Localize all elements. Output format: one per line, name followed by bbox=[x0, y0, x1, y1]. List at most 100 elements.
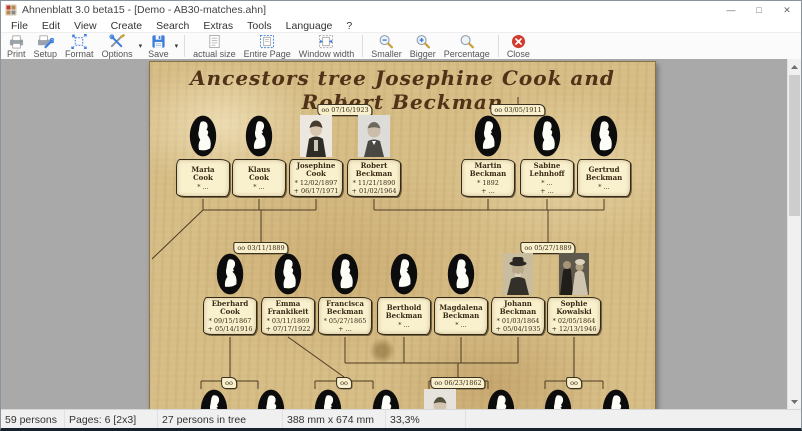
actual-size-button[interactable]: actual size bbox=[189, 33, 240, 59]
title-bar: Ahnenblatt 3.0 beta15 - [Demo - AB30-mat… bbox=[1, 1, 801, 19]
female-silhouette-icon bbox=[331, 253, 359, 295]
person-plate: SabineLehnhoff * ...+ ... bbox=[520, 159, 574, 197]
status-persons-in-tree: 27 persons in tree bbox=[158, 410, 283, 430]
person-plate: EberhardCook * 09/15/1867+ 05/14/1916 bbox=[203, 297, 257, 335]
person-node-francisca-beckman[interactable]: FranciscaBeckman * 05/27/1865+ ... bbox=[318, 253, 372, 335]
person-node-martin-beckman[interactable]: MartinBeckman * 1892+ ... bbox=[461, 115, 515, 197]
maximize-icon: □ bbox=[756, 5, 761, 15]
male-silhouette-icon bbox=[216, 253, 244, 295]
menu-file[interactable]: File bbox=[4, 19, 35, 32]
person-node-magdalena-beckman[interactable]: MagdalenaBeckman * ... bbox=[434, 253, 488, 335]
status-total-persons: 59 persons bbox=[1, 410, 65, 430]
magnifier-minus-icon bbox=[378, 34, 394, 49]
save-button[interactable]: Save bbox=[144, 33, 173, 59]
setup-button[interactable]: Setup bbox=[30, 33, 62, 59]
male-silhouette-icon bbox=[314, 389, 342, 409]
minimize-button[interactable]: — bbox=[717, 1, 745, 19]
person-node-sophie-kowalski[interactable]: SophieKowalski * 02/05/1864+ 12/13/1946 bbox=[547, 253, 601, 335]
preview-canvas[interactable]: Ancestors tree Josephine Cook and Robert… bbox=[1, 59, 801, 409]
female-silhouette-icon bbox=[447, 253, 475, 295]
person-node[interactable] bbox=[589, 389, 643, 409]
status-document-size: 388 mm x 674 mm bbox=[283, 410, 386, 430]
female-silhouette-icon bbox=[274, 253, 302, 295]
menu-create[interactable]: Create bbox=[104, 19, 150, 32]
person-node[interactable] bbox=[244, 389, 298, 409]
scrollbar-thumb[interactable] bbox=[789, 75, 800, 216]
female-silhouette-icon bbox=[533, 115, 561, 157]
menu-view[interactable]: View bbox=[67, 19, 104, 32]
female-silhouette-icon bbox=[257, 389, 285, 409]
options-button[interactable]: Options bbox=[98, 33, 137, 59]
person-node-eberhard-cook[interactable]: EberhardCook * 09/15/1867+ 05/14/1916 bbox=[203, 253, 257, 335]
app-window: Ahnenblatt 3.0 beta15 - [Demo - AB30-mat… bbox=[0, 0, 802, 431]
person-node-gertrud-beckman[interactable]: GertrudBeckman * ... bbox=[577, 115, 631, 197]
maximize-button[interactable]: □ bbox=[745, 1, 773, 19]
portrait-photo bbox=[424, 389, 456, 409]
menu-edit[interactable]: Edit bbox=[35, 19, 67, 32]
female-silhouette-icon bbox=[602, 389, 630, 409]
status-bar: 59 persons Pages: 6 [2x3] 27 persons in … bbox=[1, 409, 801, 430]
vertical-scrollbar[interactable] bbox=[787, 59, 801, 409]
person-plate: MartinBeckman * 1892+ ... bbox=[461, 159, 515, 197]
menu-extras[interactable]: Extras bbox=[196, 19, 240, 32]
person-node[interactable] bbox=[413, 389, 467, 409]
minimize-icon: — bbox=[727, 5, 736, 15]
person-node-klaus-cook[interactable]: KlausCook * ... bbox=[232, 115, 286, 197]
menu-bar: File Edit View Create Search Extras Tool… bbox=[1, 19, 801, 32]
female-silhouette-icon bbox=[372, 389, 400, 409]
zoom-out-button[interactable]: Smaller bbox=[367, 33, 406, 59]
person-node[interactable] bbox=[301, 389, 355, 409]
person-plate: MariaCook * ... bbox=[176, 159, 230, 197]
person-plate: KlausCook * ... bbox=[232, 159, 286, 197]
person-node-sabine-lehnhoff[interactable]: SabineLehnhoff * ...+ ... bbox=[520, 115, 574, 197]
portrait-photo bbox=[300, 115, 332, 157]
person-node-robert-beckman[interactable]: RobertBeckman * 11/21/1890+ 01/02/1964 bbox=[347, 115, 401, 197]
magnifier-plus-icon bbox=[415, 34, 431, 49]
options-dropdown-arrow[interactable]: ▾ bbox=[137, 42, 145, 50]
scroll-down-arrow[interactable] bbox=[788, 394, 801, 409]
person-node-emma-frankikeit[interactable]: EmmaFrankikeit * 03/11/1869+ 07/17/1922 bbox=[261, 253, 315, 335]
format-button[interactable]: Format bbox=[61, 33, 98, 59]
male-silhouette-icon bbox=[544, 389, 572, 409]
menu-search[interactable]: Search bbox=[149, 19, 196, 32]
person-node[interactable] bbox=[187, 389, 241, 409]
person-plate: BertholdBeckman * ... bbox=[377, 297, 431, 335]
person-node-maria-cook[interactable]: MariaCook * ... bbox=[176, 115, 230, 197]
save-dropdown-arrow[interactable]: ▾ bbox=[173, 42, 181, 50]
scroll-up-arrow[interactable] bbox=[788, 59, 801, 74]
toolbar-separator bbox=[362, 35, 363, 57]
tools-icon bbox=[109, 34, 126, 49]
male-silhouette-icon bbox=[200, 389, 228, 409]
person-node[interactable] bbox=[359, 389, 413, 409]
person-node-josephine-cook[interactable]: JosephineCook * 12/02/1897+ 06/17/1971 bbox=[289, 115, 343, 197]
entire-page-button[interactable]: Entire Page bbox=[240, 33, 295, 59]
portrait-photo bbox=[559, 253, 589, 295]
menu-tools[interactable]: Tools bbox=[240, 19, 279, 32]
print-button[interactable]: Print bbox=[3, 33, 30, 59]
close-preview-button[interactable]: Close bbox=[503, 33, 534, 59]
marriage-label: oo bbox=[221, 377, 237, 389]
person-plate: JohannBeckman * 01/03/1864+ 05/04/1935 bbox=[491, 297, 545, 335]
person-node-berthold-beckman[interactable]: BertholdBeckman * ... bbox=[377, 253, 431, 335]
entire-page-icon bbox=[259, 34, 275, 49]
menu-help[interactable]: ? bbox=[339, 19, 359, 32]
window-width-icon bbox=[318, 34, 334, 49]
person-node-johann-beckman[interactable]: JohannBeckman * 01/03/1864+ 05/04/1935 bbox=[491, 253, 545, 335]
person-node[interactable] bbox=[474, 389, 528, 409]
person-plate: SophieKowalski * 02/05/1864+ 12/13/1946 bbox=[547, 297, 601, 335]
app-icon bbox=[5, 4, 17, 16]
zoom-percentage-button[interactable]: Percentage bbox=[440, 33, 494, 59]
magnifier-icon bbox=[459, 34, 475, 49]
window-width-button[interactable]: Window width bbox=[295, 33, 359, 59]
menu-language[interactable]: Language bbox=[279, 19, 340, 32]
actual-size-icon bbox=[207, 34, 222, 49]
female-silhouette-icon bbox=[487, 389, 515, 409]
window-title: Ahnenblatt 3.0 beta15 - [Demo - AB30-mat… bbox=[22, 4, 717, 16]
floppy-save-icon bbox=[151, 34, 166, 49]
close-window-button[interactable]: ✕ bbox=[773, 1, 801, 19]
marriage-label: oo bbox=[566, 377, 582, 389]
person-node[interactable] bbox=[531, 389, 585, 409]
portrait-photo bbox=[358, 115, 390, 157]
document-page: Ancestors tree Josephine Cook and Robert… bbox=[149, 61, 656, 409]
zoom-in-button[interactable]: Bigger bbox=[406, 33, 440, 59]
